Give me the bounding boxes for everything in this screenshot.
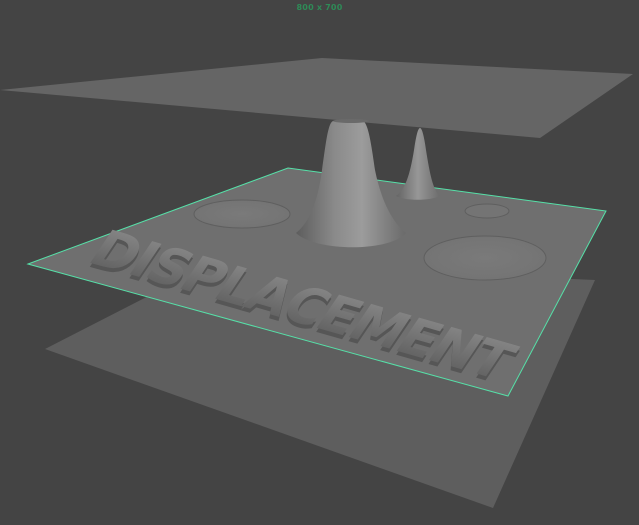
3d-viewport[interactable]: DISPLACEMENT DISPLACEMENT 800 x 700 [0,0,639,521]
top-plane[interactable] [0,58,633,138]
disc-indent-left [193,199,291,229]
small-spike [396,128,440,200]
viewport-canvas[interactable]: DISPLACEMENT DISPLACEMENT [0,0,639,521]
disc-indent-small [464,203,510,219]
disc-indent-right [423,235,547,281]
resolution-gate-label: 800 x 700 [296,3,343,12]
